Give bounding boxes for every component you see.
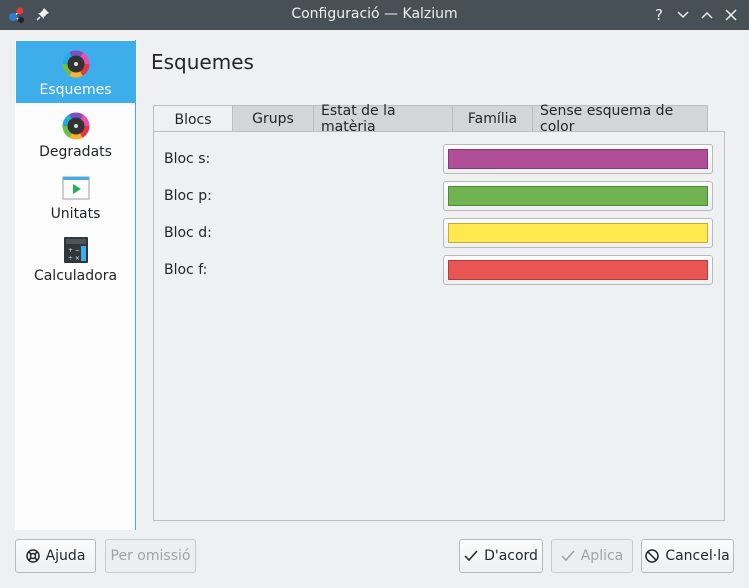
tab-bar: Blocs Grups Estat de la matèria Família … <box>153 103 708 135</box>
tab-panel-blocs: Bloc s: Bloc p: Bloc d: Bloc f: <box>153 131 725 521</box>
defaults-button[interactable]: Per omissió <box>105 539 196 573</box>
tab-sense-esquema[interactable]: Sense esquema de color <box>532 103 708 135</box>
maximize-button[interactable] <box>697 5 717 25</box>
sidebar-item-label: Esquemes <box>39 82 112 98</box>
minimize-button[interactable] <box>673 5 693 25</box>
window-title: Configuració — Kalzium <box>291 6 458 22</box>
color-swatch <box>448 186 708 206</box>
sidebar-item-label: Unitats <box>50 206 101 222</box>
page-title: Esquemes <box>151 50 254 74</box>
help-button-label: Ajuda <box>45 548 86 564</box>
svg-text:÷ ×: ÷ × <box>68 255 80 262</box>
checkmark-icon <box>561 550 575 562</box>
sidebar-item-esquemes[interactable]: Esquemes <box>16 41 135 103</box>
color-picker-button[interactable] <box>443 144 713 174</box>
color-label: Bloc s: <box>164 151 211 167</box>
help-icon[interactable]: ? <box>649 5 669 25</box>
checkmark-icon <box>464 550 478 562</box>
apply-button-label: Aplica <box>580 548 624 564</box>
help-button[interactable]: Ajuda <box>15 539 96 573</box>
cancel-icon <box>645 549 660 563</box>
color-row-bloc-p: Bloc p: <box>164 181 716 211</box>
sidebar-item-calculadora[interactable]: + − ÷ × Calculadora <box>16 227 135 289</box>
color-wheel-icon <box>62 112 89 140</box>
tab-blocs[interactable]: Blocs <box>153 105 233 133</box>
sidebar: Esquemes Degradats Unitats + − ÷ × Calcu… <box>15 40 136 530</box>
calculator-icon: + − ÷ × <box>63 237 88 263</box>
apply-button[interactable]: Aplica <box>551 539 633 573</box>
close-button[interactable] <box>721 5 741 25</box>
color-label: Bloc p: <box>164 188 212 204</box>
color-swatch <box>448 260 708 280</box>
tab-estat-materia[interactable]: Estat de la matèria <box>313 103 453 135</box>
cancel-button[interactable]: Cancel·la <box>641 539 734 573</box>
color-picker-button[interactable] <box>443 181 713 211</box>
color-label: Bloc f: <box>164 262 208 278</box>
color-swatch <box>448 149 708 169</box>
color-wheel-icon <box>62 50 89 78</box>
color-row-bloc-s: Bloc s: <box>164 144 716 174</box>
ok-button[interactable]: D'acord <box>459 539 543 573</box>
cancel-button-label: Cancel·la <box>665 548 730 564</box>
sidebar-item-label: Degradats <box>39 144 112 160</box>
title-bar: Configuració — Kalzium ? <box>0 0 749 30</box>
sidebar-item-degradats[interactable]: Degradats <box>16 103 135 165</box>
tab-grups[interactable]: Grups <box>232 105 314 132</box>
color-label: Bloc d: <box>164 225 212 241</box>
tab-familia[interactable]: Família <box>452 105 533 132</box>
svg-text:+ −: + − <box>68 247 80 254</box>
sidebar-item-label: Calculadora <box>33 268 118 284</box>
lifebuoy-icon <box>25 549 40 563</box>
color-row-bloc-f: Bloc f: <box>164 255 716 285</box>
color-picker-button[interactable] <box>443 218 713 248</box>
color-swatch <box>448 223 708 243</box>
color-picker-button[interactable] <box>443 255 713 285</box>
sidebar-item-unitats[interactable]: Unitats <box>16 165 135 227</box>
ok-button-label: D'acord <box>484 548 538 564</box>
video-player-icon <box>62 176 89 200</box>
defaults-button-label: Per omissió <box>110 548 191 564</box>
color-row-bloc-d: Bloc d: <box>164 218 716 248</box>
